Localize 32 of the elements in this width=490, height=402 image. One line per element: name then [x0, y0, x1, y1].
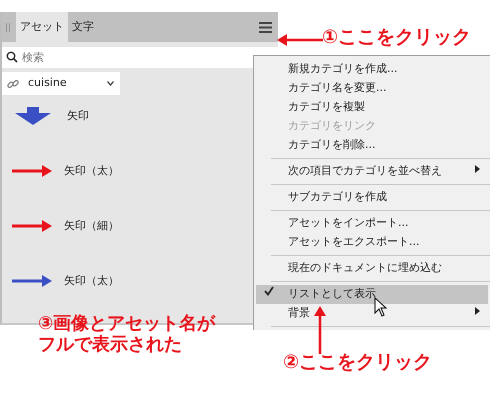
menu-icon [259, 22, 272, 32]
menu-item[interactable]: リストとして表示 [256, 285, 488, 304]
menu-item[interactable]: 背景 [254, 304, 490, 323]
annotation-arrow [313, 306, 327, 354]
submenu-arrow-icon [475, 307, 480, 315]
asset-name: 矢印（細） [64, 218, 119, 234]
pointer-icon [374, 297, 387, 317]
check-icon [264, 286, 274, 296]
tab[interactable]: アセット [16, 12, 68, 42]
menu-item[interactable]: カテゴリを削除... [254, 136, 490, 155]
annotation-arrow [277, 33, 323, 47]
annotation-text: ②ここをクリック [283, 352, 432, 374]
category-dropdown[interactable]: cuisine [2, 72, 120, 95]
annotation-text: ③画像とアセット名が [38, 314, 216, 334]
menu-item[interactable]: 次の項目でカテゴリを並べ替え [254, 162, 490, 181]
search-field[interactable]: 検索 [2, 47, 278, 68]
menu-item[interactable]: カテゴリ名を変更... [254, 79, 490, 98]
menu-item[interactable]: カテゴリを複製 [254, 98, 490, 117]
submenu-arrow-icon [475, 165, 480, 173]
link-icon [7, 78, 19, 90]
annotation-text: ①ここをクリック [322, 27, 472, 49]
annotation-text: フルで表示された [38, 334, 183, 356]
menu-item[interactable]: アセットをエクスポート... [254, 233, 490, 252]
menu-item[interactable]: サブカテゴリを作成 [254, 188, 490, 207]
menu-item[interactable]: 現在のドキュメントに埋め込む [254, 259, 490, 278]
caret-icon [107, 81, 114, 86]
tab[interactable]: 文字 [68, 12, 98, 42]
menu-item[interactable]: アセットをインポート... [254, 214, 490, 233]
asset-name: 矢印（太） [64, 163, 119, 179]
asset-name: 矢印（太） [64, 273, 119, 289]
category-value: cuisine [28, 75, 68, 92]
asset-name: 矢印 [67, 108, 89, 124]
